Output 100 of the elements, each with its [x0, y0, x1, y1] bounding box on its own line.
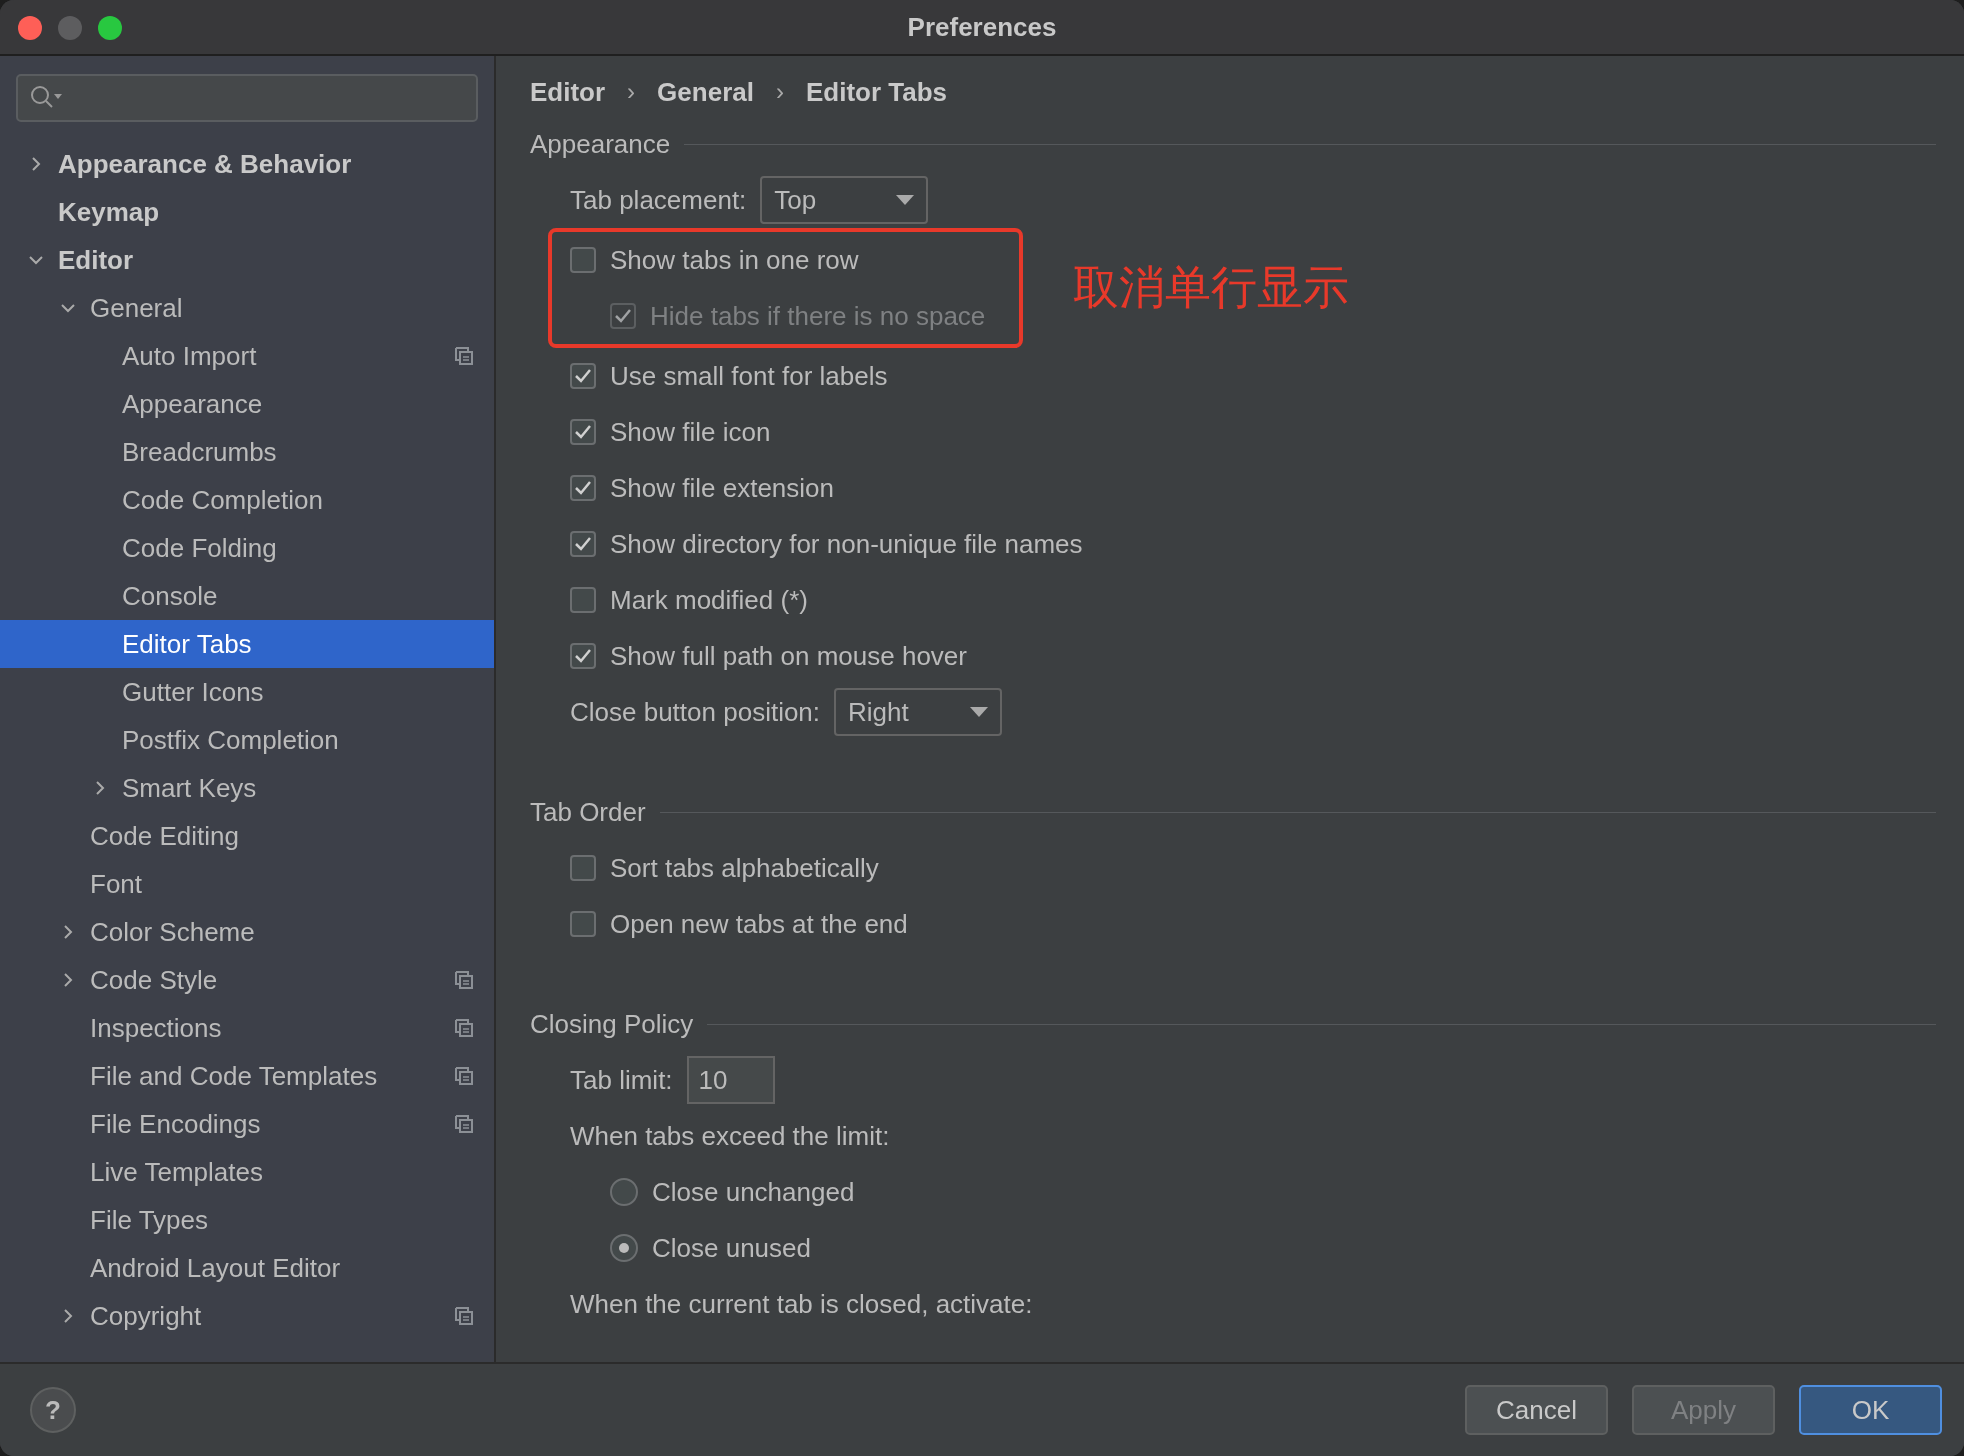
checkbox-label: Show file extension [610, 472, 835, 504]
label-text: When tabs exceed the limit: [570, 1120, 890, 1152]
tree-item[interactable]: Code Completion [0, 476, 494, 524]
tree-item[interactable]: Console [0, 572, 494, 620]
breadcrumb[interactable]: General [657, 76, 754, 108]
tree-item-label: File Types [90, 1204, 209, 1236]
tree-item-label: Live Templates [90, 1156, 264, 1188]
tree-item[interactable]: Editor Tabs [0, 620, 494, 668]
checkbox[interactable] [570, 363, 596, 389]
checkbox[interactable] [570, 247, 596, 273]
tree-item-label: Inspections [90, 1012, 223, 1044]
breadcrumb[interactable]: Editor [530, 76, 606, 108]
radio-button[interactable] [610, 1234, 638, 1262]
checkbox-label: Sort tabs alphabetically [610, 852, 879, 884]
tree-item-label: General [90, 292, 184, 324]
checkbox-label: Show full path on mouse hover [610, 640, 967, 672]
checkbox-label: Show directory for non-unique file names [610, 528, 1083, 560]
tree-item[interactable]: Inspections [0, 1004, 494, 1052]
checkbox-label: Hide tabs if there is no space [650, 300, 986, 332]
tree-item[interactable]: Auto Import [0, 332, 494, 380]
tree-item[interactable]: Android Layout Editor [0, 1244, 494, 1292]
tree-item[interactable]: Live Templates [0, 1148, 494, 1196]
field-label: Close button position: [570, 696, 821, 728]
checkbox-label: Mark modified (*) [610, 584, 808, 616]
tree-item-label: Gutter Icons [122, 676, 265, 708]
dropdown[interactable]: Top [760, 176, 929, 224]
tree-item[interactable]: Postfix Completion [0, 716, 494, 764]
dialog-button[interactable]: OK [1799, 1385, 1942, 1435]
tree-item[interactable]: Smart Keys [0, 764, 494, 812]
tree-item[interactable]: Appearance & Behavior [0, 140, 494, 188]
breadcrumb[interactable]: Editor Tabs [805, 76, 948, 108]
label-text: When the current tab is closed, activate: [570, 1288, 1033, 1320]
dropdown[interactable]: Right [834, 688, 1003, 736]
tree-item-label: Code Completion [122, 484, 324, 516]
help-button[interactable]: ? [30, 1387, 76, 1433]
tree-item-label: Editor Tabs [122, 628, 253, 660]
annotation-text: 取消单行显示 [1073, 260, 1350, 315]
checkbox[interactable] [570, 419, 596, 445]
tree-item-label: Auto Import [122, 340, 258, 372]
checkbox[interactable] [570, 531, 596, 557]
zoom-window-button[interactable] [98, 16, 122, 40]
tree-item-label: Code Editing [90, 820, 240, 852]
tree-item-label: Font [90, 868, 144, 900]
dialog-button[interactable]: Cancel [1465, 1385, 1608, 1435]
breadcrumb-separator: › [775, 78, 784, 106]
checkbox[interactable] [570, 855, 596, 881]
checkbox-label: Use small font for labels [610, 360, 888, 392]
tree-item[interactable]: File Types [0, 1196, 494, 1244]
breadcrumb-separator: › [627, 78, 636, 106]
checkbox[interactable] [570, 475, 596, 501]
checkmark-icon [574, 480, 592, 496]
tree-item[interactable]: Editor [0, 236, 494, 284]
tree-item[interactable]: Code Editing [0, 812, 494, 860]
tree-item-label: Keymap [58, 196, 161, 228]
search-field[interactable] [16, 74, 478, 122]
tree-item-label: Console [122, 580, 219, 612]
checkbox-label: Show tabs in one row [610, 244, 859, 276]
tree-item-label: Code Folding [122, 532, 278, 564]
tree-item-label: Breadcrumbs [122, 436, 278, 468]
tab-limit-field[interactable]: 10 [686, 1056, 775, 1104]
checkmark-icon [574, 536, 592, 552]
checkbox[interactable] [570, 911, 596, 937]
tree-item[interactable]: Keymap [0, 188, 494, 236]
tree-item[interactable]: Gutter Icons [0, 668, 494, 716]
tree-item-label: File Encodings [90, 1108, 262, 1140]
checkmark-icon [614, 308, 632, 324]
dropdown-arrow-icon [896, 195, 915, 205]
tree-item-label: Copyright [90, 1300, 203, 1332]
radio-button[interactable] [610, 1178, 638, 1206]
tree-item[interactable]: General [0, 284, 494, 332]
tree-item-label: Appearance [122, 388, 264, 420]
tree-item[interactable]: Breadcrumbs [0, 428, 494, 476]
checkmark-icon [574, 424, 592, 440]
checkbox-label: Open new tabs at the end [610, 908, 908, 940]
checkbox[interactable] [570, 643, 596, 669]
tree-item-label: Postfix Completion [122, 724, 340, 756]
tree-item-label: Code Style [90, 964, 219, 996]
tree-item[interactable]: File Encodings [0, 1100, 494, 1148]
tree-item[interactable]: Appearance [0, 380, 494, 428]
tree-item[interactable]: Color Scheme [0, 908, 494, 956]
tree-item-label: Color Scheme [90, 916, 256, 948]
checkbox-label: Show file icon [610, 416, 771, 448]
field-label: Tab limit: [570, 1064, 673, 1096]
tree-item-label: Smart Keys [122, 772, 258, 804]
checkmark-icon [574, 368, 592, 384]
tree-item-label: File and Code Templates [90, 1060, 379, 1092]
tree-item[interactable]: Code Folding [0, 524, 494, 572]
tree-item[interactable]: Code Style [0, 956, 494, 1004]
tree-item[interactable]: Font [0, 860, 494, 908]
section-title: Appearance [530, 128, 671, 160]
tree-item[interactable]: Copyright [0, 1292, 494, 1340]
tree-item[interactable]: File and Code Templates [0, 1052, 494, 1100]
dropdown-arrow-icon [970, 707, 989, 717]
radio-label: Close unchanged [652, 1176, 855, 1208]
checkbox[interactable] [570, 587, 596, 613]
checkmark-icon [574, 648, 592, 664]
close-window-button[interactable] [18, 16, 42, 40]
tree-item-label: Android Layout Editor [90, 1252, 342, 1284]
field-label: Tab placement: [570, 184, 747, 216]
tree-item-label: Editor [58, 244, 135, 276]
